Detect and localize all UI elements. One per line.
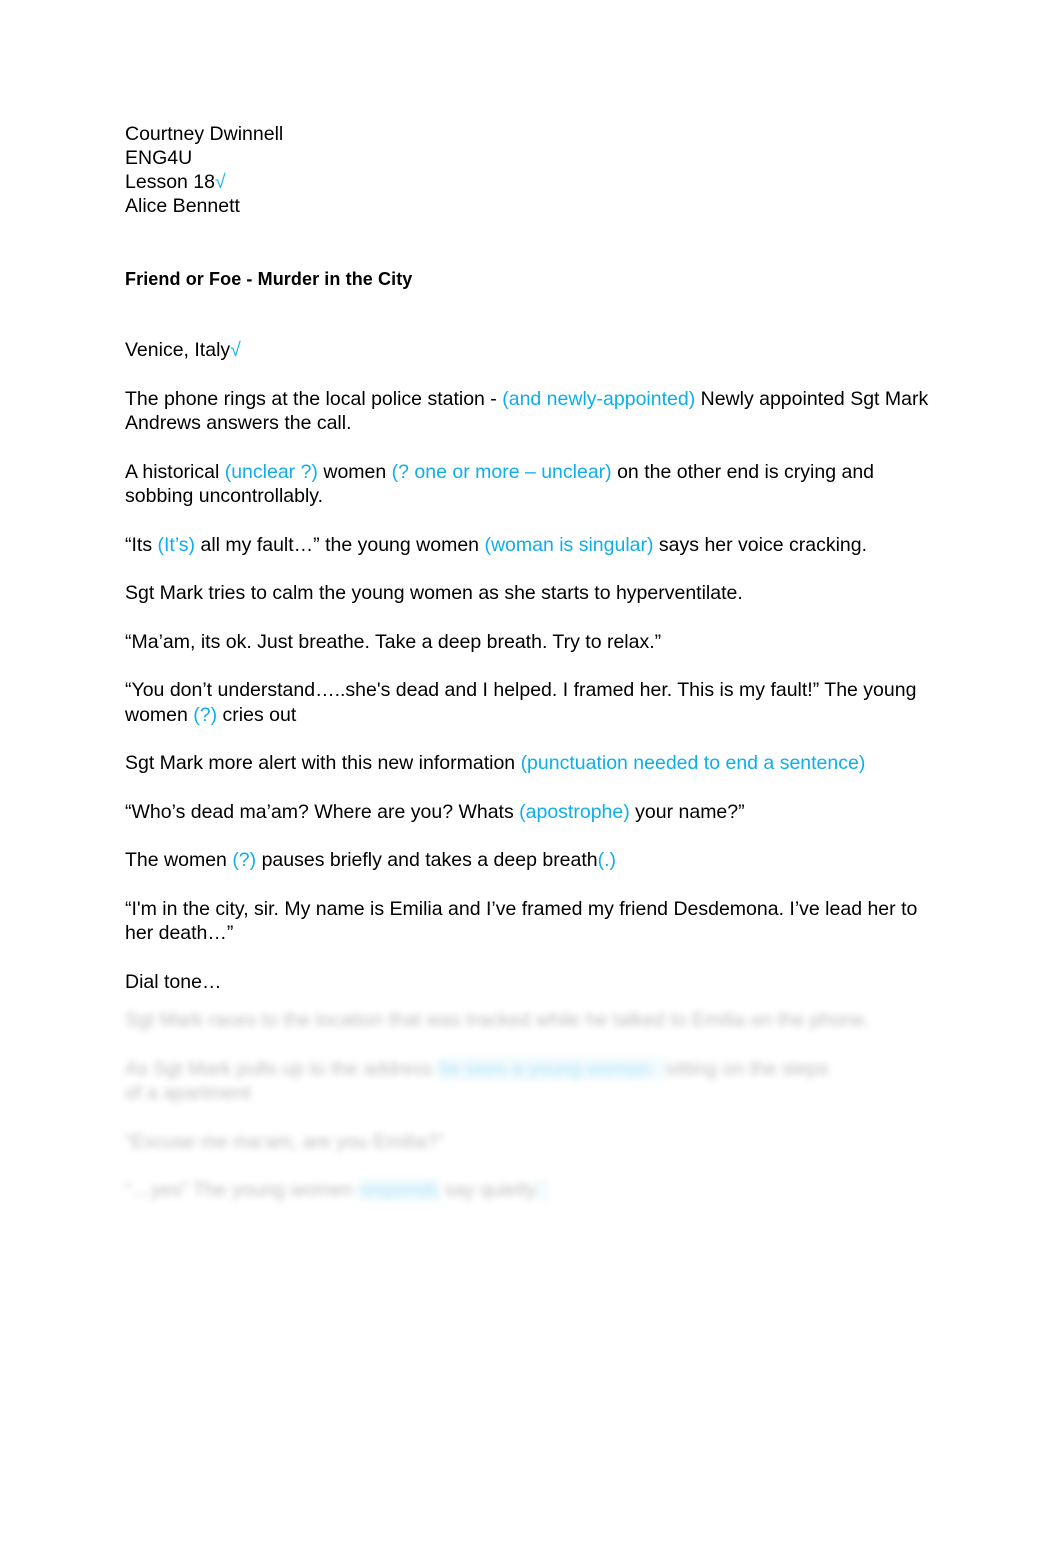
- teacher-name: Alice Bennett: [125, 195, 240, 217]
- setting-label: Venice, Italy: [125, 339, 231, 361]
- obscured-line-1: Sgt Mark races to the location that was …: [125, 1009, 870, 1031]
- lesson-number: Lesson 18√: [125, 170, 943, 194]
- student-name: Courtney Dwinnell: [125, 123, 284, 145]
- paragraph-2-text-b: women: [317, 460, 392, 483]
- paragraph-6-text-b: cries out: [217, 703, 297, 726]
- annotation-one-or-more-unclear: (? one or more – unclear): [391, 460, 612, 483]
- setting-line: Venice, Italy√: [125, 338, 943, 363]
- paragraph-1: The phone rings at the local police stat…: [125, 387, 943, 436]
- paragraph-3-text-a: “Its: [125, 533, 158, 556]
- document-page: Courtney Dwinnell ENG4U Lesson 18√ Alice…: [0, 0, 1062, 1556]
- obscured-highlight-4: [536, 1179, 548, 1201]
- paragraph-8-text-b: your name?”: [629, 800, 745, 823]
- obscured-line-2-text-a: As Sgt Mark pulls up to the address: [125, 1057, 439, 1080]
- check-mark-icon: √: [230, 339, 241, 361]
- paragraph-4: Sgt Mark tries to calm the young women a…: [125, 582, 743, 604]
- lesson-number-label: Lesson 18: [125, 171, 215, 193]
- obscured-line-2-text-c: of a apartment: [125, 1082, 251, 1104]
- annotation-woman-is-singular: (woman is singular): [484, 533, 654, 556]
- annotation-its-contraction: (It’s): [157, 533, 196, 556]
- paragraph-11: Dial tone…: [125, 970, 222, 993]
- obscured-highlight-3: responds: [358, 1179, 439, 1201]
- annotation-unclear: (unclear ?): [224, 460, 318, 483]
- paragraph-3: “Its (It’s) all my fault…” the young wom…: [125, 533, 943, 558]
- obscured-line-4-text-b: say quietly: [438, 1179, 537, 1201]
- paragraph-7: Sgt Mark more alert with this new inform…: [125, 751, 943, 776]
- paragraph-8: “Who’s dead ma’am? Where are you? Whats …: [125, 800, 943, 825]
- paragraph-9-text-a: The women: [125, 849, 233, 871]
- page-title: Friend or Foe - Murder in the City: [125, 269, 413, 289]
- course-code: ENG4U: [125, 147, 193, 169]
- paragraph-2: A historical (unclear ?) women (? one or…: [125, 460, 943, 509]
- annotation-apostrophe: (apostrophe): [519, 800, 630, 823]
- paragraph-6: “You don’t understand…..she's dead and I…: [125, 678, 943, 727]
- annotation-period: (.): [597, 849, 617, 871]
- paragraph-7-text-a: Sgt Mark more alert with this new inform…: [125, 752, 521, 774]
- paragraph-1-text-a: The phone rings at the local police stat…: [125, 387, 503, 410]
- obscured-line-2-text-b: sitting on the steps: [665, 1057, 829, 1080]
- annotation-question-mark: (?): [232, 849, 257, 871]
- paragraph-3-text-b: all my fault…” the young women: [195, 533, 485, 556]
- paragraph-5: “Ma’am, its ok. Just breathe. Take a dee…: [125, 630, 662, 653]
- student-heading-block: Courtney Dwinnell ENG4U Lesson 18√ Alice…: [125, 122, 943, 218]
- paragraph-8-text-a: “Who’s dead ma’am? Where are you? Whats: [125, 800, 520, 823]
- annotation-punctuation-needed: (punctuation needed to end a sentence): [520, 752, 866, 774]
- obscured-line-4: “…yes” The young women responds say quie…: [125, 1178, 945, 1203]
- paragraph-2-text-a: A historical: [125, 460, 225, 483]
- check-mark-icon: √: [215, 171, 226, 193]
- obscured-line-2: As Sgt Mark pulls up to the address he s…: [125, 1057, 945, 1106]
- obscured-line-4-text-a: “…yes” The young women: [125, 1179, 359, 1201]
- annotation-newly-appointed: (and newly-appointed): [502, 387, 696, 410]
- paragraph-10: “I'm in the city, sir. My name is Emilia…: [125, 897, 918, 945]
- obscured-text-section: Sgt Mark races to the location that was …: [125, 1008, 945, 1203]
- paragraph-9-text-b: pauses briefly and takes a deep breath: [256, 849, 598, 871]
- document-body: Courtney Dwinnell ENG4U Lesson 18√ Alice…: [125, 122, 943, 994]
- paragraph-9: The women (?) pauses briefly and takes a…: [125, 848, 943, 873]
- obscured-highlight-2: [655, 1057, 666, 1080]
- obscured-line-3: “Excuse me ma’am, are you Emilia?”: [125, 1130, 444, 1153]
- obscured-highlight-1: he sees a young woman: [438, 1057, 656, 1080]
- annotation-question-mark: (?): [193, 703, 218, 726]
- paragraph-3-text-c: says her voice cracking.: [653, 533, 868, 556]
